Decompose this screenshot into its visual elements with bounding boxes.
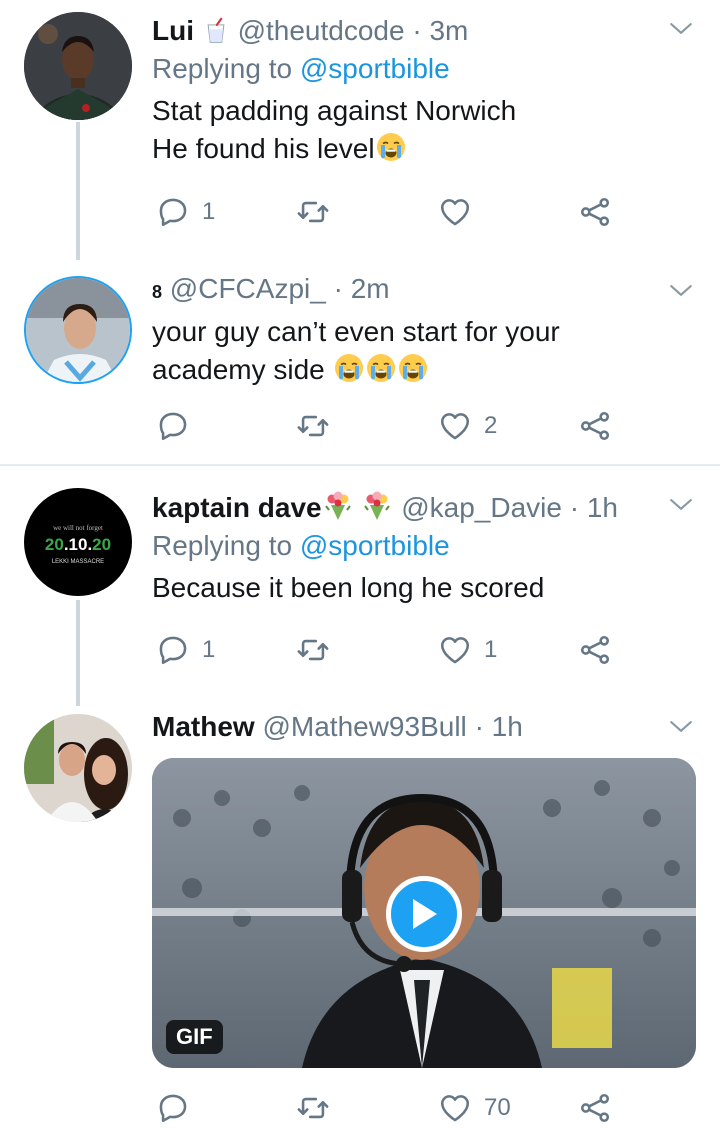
play-button[interactable]: [386, 876, 462, 952]
display-name[interactable]: Lui: [152, 15, 194, 46]
like-button[interactable]: [438, 192, 472, 232]
retweet-button[interactable]: [296, 192, 330, 232]
crying-emoji: [375, 131, 407, 163]
retweet-icon: [296, 409, 330, 443]
retweet-icon: [296, 1091, 330, 1125]
retweet-button[interactable]: [296, 406, 330, 446]
reply-icon: [156, 1091, 190, 1125]
chevron-down-icon[interactable]: [668, 714, 694, 740]
avatar[interactable]: [24, 276, 132, 384]
tweet-text-line: He found his level: [152, 133, 375, 164]
avatar-date-part: 20: [44, 535, 64, 554]
retweet-icon: [296, 633, 330, 667]
reply-icon: [156, 633, 190, 667]
bouquet-emoji: [361, 490, 393, 522]
display-name[interactable]: Mathew: [152, 711, 255, 742]
gif-media[interactable]: GIF: [152, 758, 696, 1068]
share-icon: [578, 633, 612, 667]
tweet-header: Lui @theutdcode · 3m: [152, 14, 697, 48]
reply-button[interactable]: [156, 1088, 190, 1128]
chevron-down-icon[interactable]: [668, 492, 694, 518]
tweet-text-line: your guy can’t even start for your: [152, 316, 560, 347]
reply-icon: [156, 195, 190, 229]
tweet-time: · 1h: [474, 711, 523, 742]
tweet-time: · 1h: [569, 492, 618, 523]
like-button[interactable]: 70: [438, 1088, 511, 1128]
tweet-header: 8 @CFCAzpi_ · 2m: [152, 272, 697, 309]
replying-to: Replying to @sportbible: [152, 529, 697, 563]
user-handle[interactable]: @kap_Davie: [401, 492, 562, 523]
user-handle[interactable]: @Mathew93Bull: [262, 711, 466, 742]
share-icon: [578, 409, 612, 443]
tweet-text: your guy can’t even start for your acade…: [152, 313, 697, 389]
thread-line: [76, 600, 80, 706]
like-count: 70: [484, 1094, 511, 1121]
tweet-header: kaptain dave @kap_Davie · 1h: [152, 490, 697, 525]
mention-link[interactable]: @sportbible: [300, 53, 450, 84]
display-name[interactable]: kaptain dave: [152, 492, 322, 523]
tweet-3[interactable]: we will not forget 20.10.20 LEKKI MASSAC…: [0, 466, 720, 706]
like-icon: [438, 633, 472, 667]
cup-emoji: [202, 17, 230, 45]
avatar[interactable]: we will not forget 20.10.20 LEKKI MASSAC…: [24, 488, 132, 596]
gif-badge: GIF: [166, 1020, 223, 1054]
avatar-date-part: 20: [92, 535, 112, 554]
reply-count: 1: [202, 198, 216, 225]
tweet-text-line: Stat padding against Norwich: [152, 95, 517, 126]
tweet-time: · 3m: [412, 15, 469, 46]
like-icon: [438, 1091, 472, 1125]
thread-line: [76, 122, 80, 260]
retweet-button[interactable]: [296, 1088, 330, 1128]
reply-button[interactable]: 1: [156, 630, 215, 670]
crying-emoji: [397, 352, 429, 384]
crying-emoji: [333, 352, 365, 384]
tweet-1[interactable]: Lui @theutdcode · 3m Replying to @sportb…: [0, 0, 720, 260]
like-count: 1: [484, 636, 498, 663]
like-button[interactable]: 2: [438, 406, 497, 446]
replying-label: Replying to: [152, 530, 293, 561]
like-count: 2: [484, 412, 498, 439]
avatar-date-part: .10.: [63, 535, 93, 554]
replying-label: Replying to: [152, 53, 293, 84]
retweet-button[interactable]: [296, 630, 330, 670]
chevron-down-icon[interactable]: [668, 16, 694, 42]
reply-button[interactable]: [156, 406, 190, 446]
display-name[interactable]: 8: [152, 282, 162, 302]
share-button[interactable]: [578, 406, 612, 446]
play-icon: [413, 899, 437, 929]
user-handle[interactable]: @CFCAzpi_: [170, 273, 326, 304]
tweet-2[interactable]: 8 @CFCAzpi_ · 2m your guy can’t even sta…: [0, 260, 720, 464]
avatar-caption: we will not forget: [53, 524, 103, 532]
avatar[interactable]: [24, 714, 132, 822]
bouquet-emoji: [322, 490, 354, 522]
share-button[interactable]: [578, 630, 612, 670]
tweet-text: Stat padding against Norwich He found hi…: [152, 92, 697, 168]
like-icon: [438, 195, 472, 229]
avatar-date: 20.10.20: [24, 535, 132, 555]
chevron-down-icon[interactable]: [668, 278, 694, 304]
tweet-text-line: Because it been long he scored: [152, 572, 545, 603]
reply-icon: [156, 409, 190, 443]
reply-count: 1: [202, 636, 216, 663]
like-button[interactable]: 1: [438, 630, 497, 670]
tweet-text-line: academy side: [152, 354, 325, 385]
tweet-time: · 2m: [333, 273, 390, 304]
user-handle[interactable]: @theutdcode: [238, 15, 405, 46]
crying-emoji: [365, 352, 397, 384]
share-button[interactable]: [578, 1088, 612, 1128]
avatar-subcaption: LEKKI MASSACRE: [51, 559, 105, 565]
like-icon: [438, 409, 472, 443]
retweet-icon: [296, 195, 330, 229]
mention-link[interactable]: @sportbible: [300, 530, 450, 561]
reply-button[interactable]: 1: [156, 192, 215, 232]
replying-to: Replying to @sportbible: [152, 52, 697, 86]
tweet-text: Because it been long he scored: [152, 569, 697, 607]
share-button[interactable]: [578, 192, 612, 232]
share-icon: [578, 195, 612, 229]
avatar[interactable]: [24, 12, 132, 120]
share-icon: [578, 1091, 612, 1125]
tweet-header: Mathew @Mathew93Bull · 1h: [152, 710, 697, 744]
